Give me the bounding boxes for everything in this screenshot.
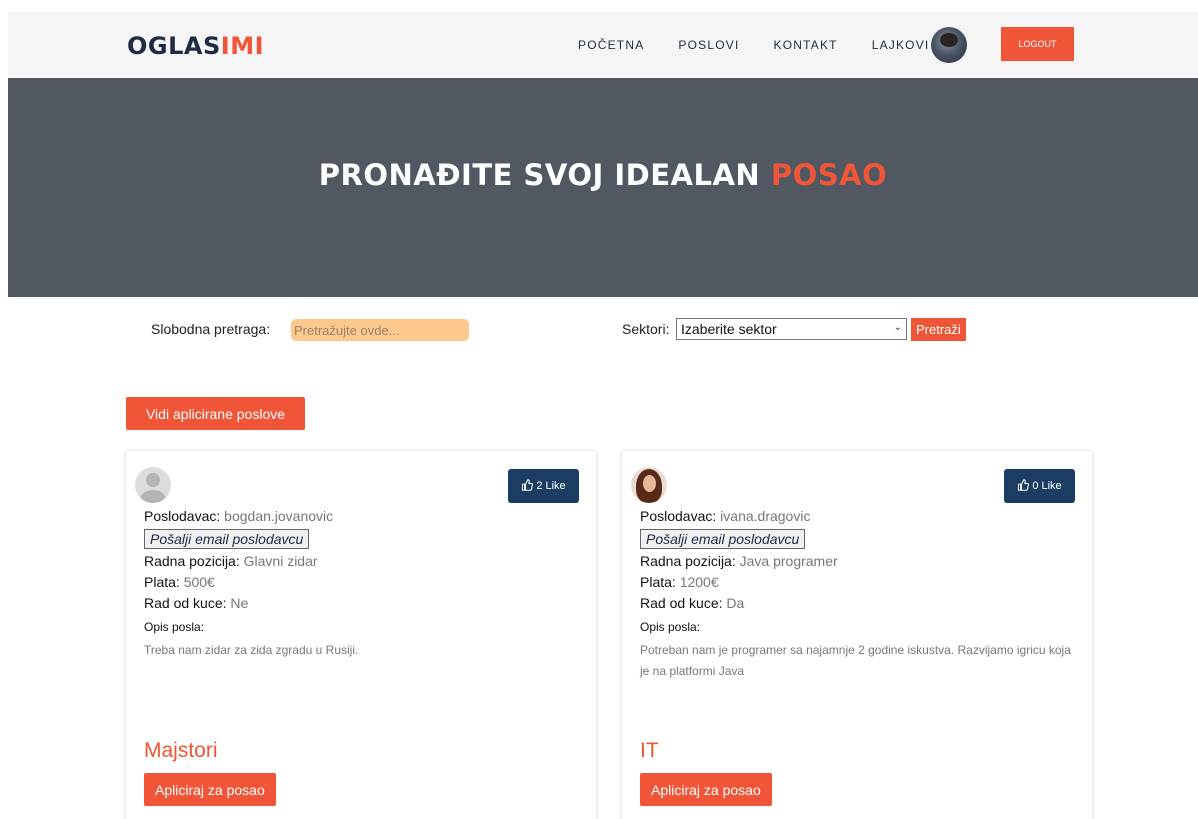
thumbs-up-icon xyxy=(1017,478,1030,494)
like-button[interactable]: 2 Like xyxy=(508,469,579,503)
hero-title-main: PRONAĐITE SVOJ IDEALAN xyxy=(318,157,761,192)
nav-links: POČETNA POSLOVI KONTAKT LAJKOVI xyxy=(578,38,963,52)
sector-select[interactable]: Izaberite sektor ⌄ xyxy=(676,318,907,340)
applied-jobs-button[interactable]: Vidi aplicirane poslove xyxy=(126,397,305,430)
remote-row: Rad od kuce: Ne xyxy=(144,593,582,614)
remote-label: Rad od kuce: xyxy=(144,595,227,611)
nav-link-pocetna[interactable]: POČETNA xyxy=(578,38,644,52)
employer-row: Poslodavac: ivana.dragovic xyxy=(640,506,1078,527)
like-button[interactable]: 0 Like xyxy=(1004,469,1075,503)
description-label: Opis posla: xyxy=(144,620,205,634)
job-sector: Majstori xyxy=(144,739,218,762)
job-sector: IT xyxy=(640,739,659,762)
like-count: 0 Like xyxy=(1032,480,1062,492)
default-user-icon-body xyxy=(140,490,166,503)
employer-avatar xyxy=(135,467,171,503)
employer-label: Poslodavac: xyxy=(144,508,221,524)
navbar: OGLASIMI POČETNA POSLOVI KONTAKT LAJKOVI… xyxy=(8,11,1198,78)
user-avatar[interactable] xyxy=(931,27,967,63)
apply-button[interactable]: Apliciraj za posao xyxy=(144,773,276,806)
remote-row: Rad od kuce: Da xyxy=(640,593,1078,614)
hero-title-accent: POSAO xyxy=(770,157,888,192)
sector-label: Sektori: xyxy=(622,321,670,337)
position-row: Radna pozicija: Java programer xyxy=(640,551,1078,572)
employer-row: Poslodavac: bogdan.jovanovic xyxy=(144,506,582,527)
hero-banner: PRONAĐITE SVOJ IDEALAN POSAO xyxy=(8,78,1198,297)
salary-row: Plata: 500€ xyxy=(144,572,582,593)
job-card: 0 Like Poslodavac: ivana.dragovic Pošalj… xyxy=(622,451,1092,819)
position-value: Java programer xyxy=(739,553,838,569)
employer-label: Poslodavac: xyxy=(640,508,717,524)
salary-label: Plata: xyxy=(640,574,676,590)
position-label: Radna pozicija: xyxy=(144,553,240,569)
remote-value: Ne xyxy=(230,595,249,611)
remote-value: Da xyxy=(726,595,745,611)
job-card: 2 Like Poslodavac: bogdan.jovanovic Poša… xyxy=(126,451,596,819)
position-row: Radna pozicija: Glavni zidar xyxy=(144,551,582,572)
description-text: Treba nam zidar za zida zgradu u Rusiji. xyxy=(144,643,359,657)
position-value: Glavni zidar xyxy=(243,553,318,569)
employer-name: ivana.dragovic xyxy=(720,508,811,524)
nav-link-poslovi[interactable]: POSLOVI xyxy=(678,38,739,52)
salary-value: 1200€ xyxy=(679,574,719,590)
hero-title: PRONAĐITE SVOJ IDEALAN POSAO xyxy=(319,158,887,192)
remote-label: Rad od kuce: xyxy=(640,595,723,611)
employer-avatar xyxy=(631,467,667,503)
logo-main: OGLAS xyxy=(127,32,221,60)
salary-value: 500€ xyxy=(183,574,215,590)
email-employer-button[interactable]: Pošalji email poslodavcu xyxy=(144,529,310,549)
job-info: Poslodavac: ivana.dragovic Pošalji email… xyxy=(640,506,1078,682)
position-label: Radna pozicija: xyxy=(640,553,736,569)
like-count: 2 Like xyxy=(536,480,566,492)
logo-accent: IMI xyxy=(220,32,265,60)
logo[interactable]: OGLASIMI xyxy=(127,32,264,60)
search-input[interactable] xyxy=(291,319,469,341)
description-label: Opis posla: xyxy=(640,620,701,634)
employer-name: bogdan.jovanovic xyxy=(224,508,334,524)
apply-button[interactable]: Apliciraj za posao xyxy=(640,773,772,806)
salary-label: Plata: xyxy=(144,574,180,590)
nav-link-lajkovi[interactable]: LAJKOVI xyxy=(872,38,930,52)
thumbs-up-icon xyxy=(521,478,534,494)
chevron-down-icon: ⌄ xyxy=(893,322,902,333)
nav-link-kontakt[interactable]: KONTAKT xyxy=(774,38,838,52)
avatar-face xyxy=(643,475,656,492)
logout-button[interactable]: LOGOUT xyxy=(1001,27,1074,61)
email-employer-button[interactable]: Pošalji email poslodavcu xyxy=(640,529,806,549)
search-label: Slobodna pretraga: xyxy=(151,321,271,337)
sector-select-value: Izaberite sektor xyxy=(681,321,777,337)
salary-row: Plata: 1200€ xyxy=(640,572,1078,593)
job-info: Poslodavac: bogdan.jovanovic Pošalji ema… xyxy=(144,506,582,661)
search-button[interactable]: Pretraži xyxy=(911,318,966,341)
description-text: Potreban nam je programer sa najamnje 2 … xyxy=(640,643,1071,678)
default-user-icon xyxy=(146,473,160,487)
